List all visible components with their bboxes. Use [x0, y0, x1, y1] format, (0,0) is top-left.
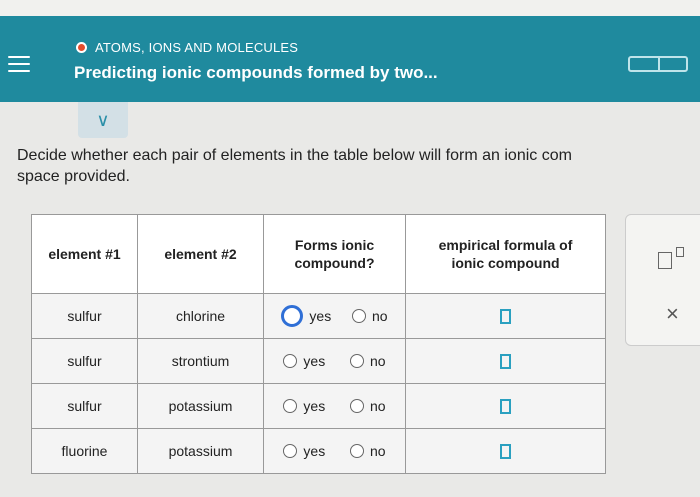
element-1-cell: sulfur — [31, 338, 138, 384]
formula-cell — [405, 338, 606, 384]
radio-no[interactable] — [350, 354, 365, 368]
expand-tab-button[interactable]: ∨ — [78, 102, 128, 138]
formula-input[interactable] — [500, 444, 511, 460]
formula-cell — [405, 293, 606, 339]
no-option[interactable]: no — [350, 398, 386, 414]
answer-table: element #1 element #2 Forms ionic compou… — [31, 214, 606, 474]
tool-panel: × — [625, 214, 700, 346]
col-header-element-2: element #2 — [137, 214, 264, 294]
table-row: sulfur potassium yes no — [31, 383, 606, 429]
topic-label: ATOMS, IONS AND MOLECULES — [76, 40, 298, 55]
formula-cell — [405, 383, 606, 429]
forms-ionic-cell: yes no — [263, 293, 406, 339]
element-1-cell: sulfur — [31, 293, 138, 339]
chevron-down-icon: ∨ — [96, 109, 110, 130]
element-2-cell: potassium — [137, 428, 264, 474]
close-icon[interactable]: × — [666, 301, 679, 327]
radio-no[interactable] — [352, 309, 367, 323]
radio-yes[interactable] — [283, 354, 298, 368]
question-line-1: Decide whether each pair of elements in … — [17, 147, 572, 164]
page-title: Predicting ionic compounds formed by two… — [74, 63, 438, 82]
element-2-cell: strontium — [137, 338, 264, 384]
radio-no[interactable] — [350, 444, 365, 458]
col-header-forms-ionic: Forms ionic compound? — [263, 214, 406, 294]
topic-text: ATOMS, IONS AND MOLECULES — [95, 40, 299, 55]
table-row: fluorine potassium yes no — [31, 428, 606, 474]
table-row: sulfur strontium yes no — [31, 338, 606, 384]
table-row: sulfur chlorine yes no — [31, 293, 606, 339]
yes-option[interactable]: yes — [283, 398, 325, 414]
forms-ionic-cell: yes no — [263, 428, 406, 474]
yes-option[interactable]: yes — [283, 353, 325, 369]
menu-icon[interactable] — [8, 56, 30, 74]
yes-option[interactable]: yes — [281, 305, 331, 327]
radio-yes[interactable] — [283, 399, 298, 413]
radio-yes[interactable] — [283, 444, 298, 458]
no-option[interactable]: no — [350, 443, 386, 459]
forms-ionic-cell: yes no — [263, 383, 406, 429]
col-header-formula: empirical formula of ionic compound — [405, 214, 606, 294]
element-1-cell: fluorine — [31, 428, 138, 474]
formula-cell — [405, 428, 606, 474]
top-strip — [0, 0, 700, 16]
no-option[interactable]: no — [350, 353, 386, 369]
no-option[interactable]: no — [352, 308, 388, 324]
yes-option[interactable]: yes — [283, 443, 325, 459]
element-1-cell: sulfur — [31, 383, 138, 429]
toggle-view-icon[interactable] — [628, 56, 688, 72]
forms-ionic-cell: yes no — [263, 338, 406, 384]
radio-yes[interactable] — [281, 305, 304, 327]
radio-no[interactable] — [350, 399, 365, 413]
question-line-2: space provided. — [17, 168, 130, 185]
formula-input[interactable] — [500, 399, 511, 415]
superscript-box-icon[interactable] — [658, 252, 672, 269]
element-2-cell: potassium — [137, 383, 264, 429]
formula-input[interactable] — [500, 309, 511, 325]
question-text: Decide whether each pair of elements in … — [17, 145, 700, 187]
app-header: ATOMS, IONS AND MOLECULES Predicting ion… — [0, 16, 700, 102]
superscript-small-box-icon — [676, 247, 684, 257]
element-2-cell: chlorine — [137, 293, 264, 339]
formula-input[interactable] — [500, 354, 511, 370]
progress-dot-icon — [76, 42, 87, 53]
col-header-element-1: element #1 — [31, 214, 138, 294]
